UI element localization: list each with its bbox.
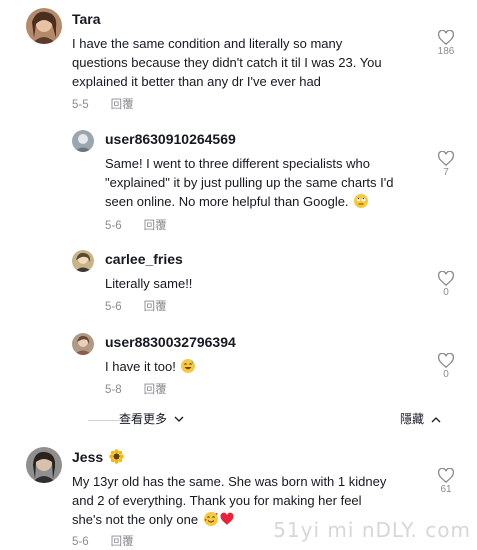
comment-text: Same! I went to three different speciali…: [105, 154, 393, 211]
username[interactable]: user8830032796394: [105, 334, 236, 350]
comment-line: "explained" it by just pulling up the sa…: [105, 175, 394, 190]
comment-date: 5-6: [105, 301, 122, 313]
comment-meta: 5-6 回覆: [72, 533, 134, 549]
chevron-up-icon: [431, 417, 441, 423]
comment-line: questions because they didn't catch it t…: [72, 55, 382, 70]
hide-label: 隱藏: [400, 412, 425, 426]
watermark: 51yi mi nDLY. com: [273, 518, 471, 542]
reply-button[interactable]: 回覆: [111, 99, 134, 111]
comment-date: 5-6: [105, 220, 122, 232]
username[interactable]: Tara: [72, 11, 101, 27]
comment-date: 5-5: [72, 99, 89, 111]
comment-line: she's not the only one: [72, 512, 199, 527]
like-button[interactable]: 186: [431, 30, 461, 57]
like-count: 7: [443, 167, 449, 178]
like-count: 0: [443, 369, 449, 380]
reply-button[interactable]: 回覆: [144, 301, 167, 313]
username[interactable]: carlee_fries: [105, 251, 183, 267]
view-more-label: 查看更多: [119, 412, 168, 426]
comment-line: Same! I went to three different speciali…: [105, 156, 370, 171]
like-count: 61: [440, 484, 452, 495]
comment-text: I have the same condition and literally …: [72, 34, 382, 91]
comment-date: 5-8: [105, 384, 122, 396]
avatar[interactable]: [26, 8, 62, 44]
grinning-sweat-face-icon: [181, 359, 196, 373]
username-text: Jess: [72, 449, 104, 465]
avatar[interactable]: [72, 250, 94, 272]
comment-line: My 13yr old has the same. She was born w…: [72, 474, 387, 489]
like-count: 186: [437, 46, 455, 57]
comment-meta: 5-8 回覆: [105, 381, 167, 397]
chevron-down-icon: [174, 416, 184, 422]
reply-button[interactable]: 回覆: [111, 536, 134, 548]
sunflower-icon: [109, 449, 124, 464]
heart-icon: [438, 271, 454, 286]
face-with-rolling-eyes-icon: [354, 194, 369, 208]
comment-line: Literally same!!: [105, 276, 193, 291]
comment-meta: 5-6 回覆: [105, 217, 167, 233]
comment-text: Literally same!!: [105, 274, 192, 293]
comment-line: and 2 of everything. Thank you for makin…: [72, 493, 362, 508]
like-count: 0: [443, 287, 449, 298]
like-button[interactable]: 61: [431, 468, 461, 495]
username[interactable]: user8630910264569: [105, 131, 236, 147]
view-more-replies-button[interactable]: 查看更多: [119, 410, 184, 427]
comment-line: I have it too!: [105, 359, 176, 374]
avatar[interactable]: [26, 447, 62, 483]
reply-button[interactable]: 回覆: [144, 384, 167, 396]
reply-button[interactable]: 回覆: [144, 220, 167, 232]
comment-line: explained it better than any dr I've eve…: [72, 74, 321, 89]
username[interactable]: Jess: [72, 449, 124, 465]
comment-meta: 5-6 回覆: [105, 298, 167, 314]
comment-meta: 5-5 回覆: [72, 96, 134, 112]
avatar[interactable]: [72, 333, 94, 355]
heart-icon: [438, 468, 454, 483]
heart-icon: [438, 151, 454, 166]
red-heart-icon: [220, 512, 234, 526]
comment-date: 5-6: [72, 536, 89, 548]
like-button[interactable]: 7: [431, 151, 461, 178]
like-button[interactable]: 0: [431, 353, 461, 380]
heart-icon: [438, 30, 454, 45]
heart-icon: [438, 353, 454, 368]
smiling-face-with-hearts-icon: [203, 512, 218, 526]
comment-text: I have it too!: [105, 357, 196, 376]
comment-line: seen online. No more helpful than Google…: [105, 194, 349, 209]
hide-replies-button[interactable]: 隱藏: [400, 410, 441, 427]
comment-line: I have the same condition and literally …: [72, 36, 343, 51]
avatar[interactable]: [72, 130, 94, 152]
like-button[interactable]: 0: [431, 271, 461, 298]
